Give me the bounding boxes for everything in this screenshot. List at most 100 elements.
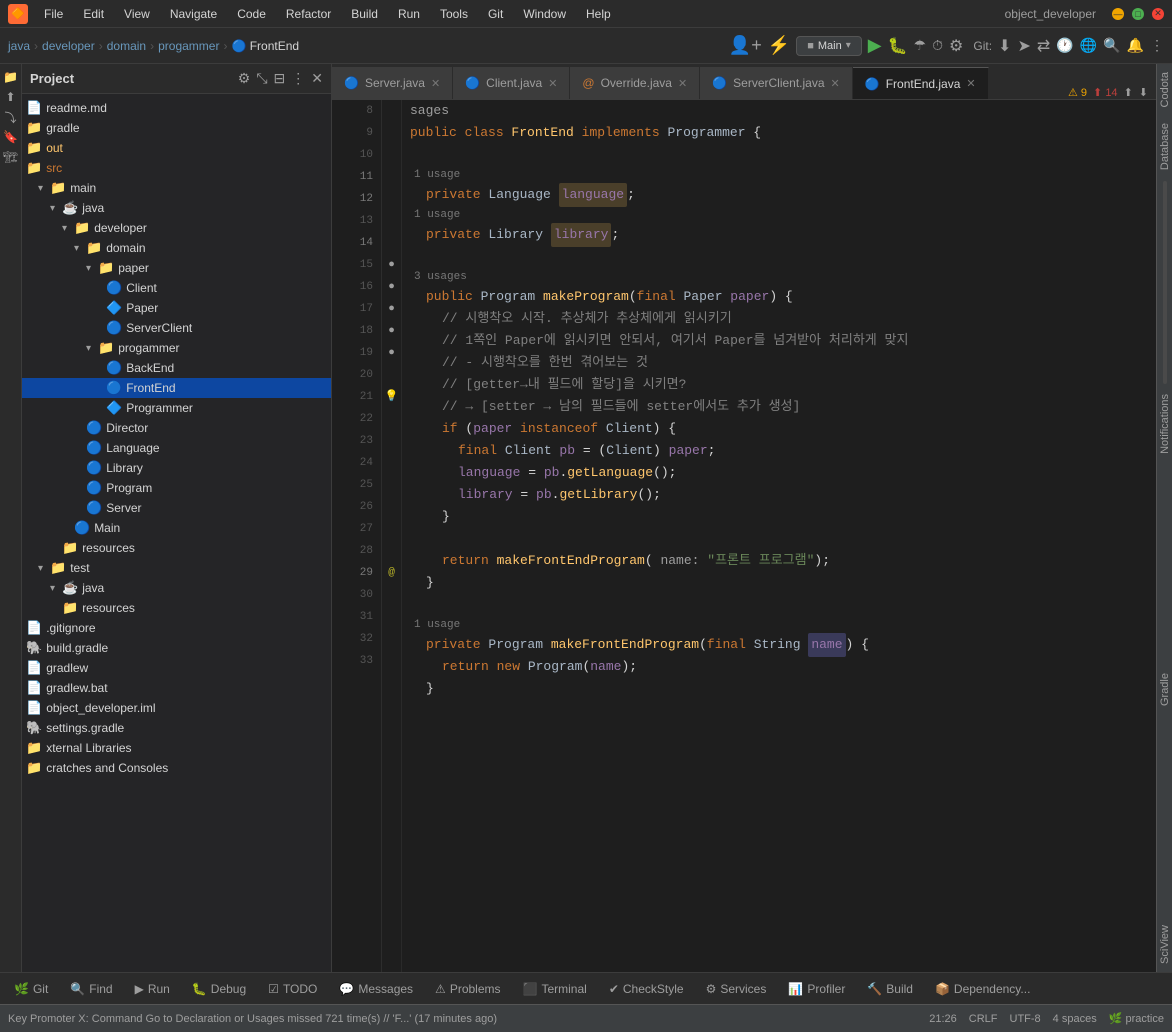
menu-refactor[interactable]: Refactor — [278, 5, 339, 23]
tab-server[interactable]: 🔵 Server.java ✕ — [332, 67, 453, 99]
run-config-button[interactable]: ■ Main ▾ — [796, 36, 862, 56]
profile-icon[interactable]: ⏱ — [932, 37, 943, 54]
tree-item-FrontEnd[interactable]: 🔵 FrontEnd — [22, 378, 331, 398]
coverage-icon[interactable]: ☂ — [914, 37, 927, 54]
sciview-panel[interactable]: SciView — [1157, 917, 1172, 972]
bottom-tab-run[interactable]: ▶ Run — [125, 978, 180, 1000]
git-fetch-icon[interactable]: ⬇ — [998, 36, 1011, 56]
bottom-tab-services[interactable]: ⚙ Services — [696, 978, 777, 1000]
bottom-tab-terminal[interactable]: ⬛ Terminal — [513, 978, 597, 1000]
tree-item-src[interactable]: 📁 src — [22, 158, 331, 178]
breadcrumb-java[interactable]: java — [8, 39, 30, 53]
maximize-button[interactable]: □ — [1132, 8, 1144, 20]
tree-item-test[interactable]: ▾ 📁 test — [22, 558, 331, 578]
run-button[interactable]: ▶ — [868, 35, 882, 56]
tree-item-gradle[interactable]: 📁 gradle — [22, 118, 331, 138]
structure-icon[interactable]: 🏗 — [2, 148, 20, 166]
breadcrumb-domain[interactable]: domain — [107, 39, 146, 53]
tree-item-test-resources[interactable]: 📁 resources — [22, 598, 331, 618]
menu-tools[interactable]: Tools — [432, 5, 476, 23]
menu-build[interactable]: Build — [343, 5, 386, 23]
breadcrumb-progammer[interactable]: progammer — [158, 39, 219, 53]
status-line-ending[interactable]: CRLF — [969, 1013, 998, 1025]
tab-serverclient[interactable]: 🔵 ServerClient.java ✕ — [700, 67, 853, 99]
tab-client[interactable]: 🔵 Client.java ✕ — [453, 67, 570, 99]
status-encoding[interactable]: UTF-8 — [1010, 1013, 1041, 1025]
scroll-up-icon[interactable]: ⬆ — [1124, 86, 1133, 99]
commit-icon[interactable]: ⬆ — [2, 88, 20, 106]
tree-item-Client[interactable]: 🔵 Client — [22, 278, 331, 298]
tree-item-scratches[interactable]: 📁 cratches and Consoles — [22, 758, 331, 778]
tree-item-Paper[interactable]: 🔷 Paper — [22, 298, 331, 318]
tree-item-Program[interactable]: 🔵 Program — [22, 478, 331, 498]
bottom-tab-todo[interactable]: ☑ TODO — [258, 978, 327, 1000]
tab-frontend[interactable]: 🔵 FrontEnd.java ✕ — [853, 67, 989, 99]
menu-navigate[interactable]: Navigate — [162, 5, 225, 23]
database-panel[interactable]: Database — [1157, 115, 1172, 178]
bottom-tab-checkstyle[interactable]: ✔ CheckStyle — [599, 978, 694, 1000]
tree-item-external-libs[interactable]: 📁 xternal Libraries — [22, 738, 331, 758]
bottom-tab-find[interactable]: 🔍 Find — [60, 978, 122, 1000]
tree-item-Server[interactable]: 🔵 Server — [22, 498, 331, 518]
git-push-icon[interactable]: ➤ — [1017, 36, 1030, 56]
tab-serverclient-close[interactable]: ✕ — [831, 77, 840, 90]
search-icon[interactable]: 🔍 — [1103, 37, 1120, 54]
add-user-icon[interactable]: 👤+ — [729, 35, 762, 56]
tab-override-close[interactable]: ✕ — [678, 77, 687, 90]
warnings-indicator[interactable]: ⚠ 9 — [1068, 86, 1087, 99]
menu-git[interactable]: Git — [480, 5, 511, 23]
tab-override[interactable]: @ Override.java ✕ — [570, 67, 700, 99]
tree-item-gitignore[interactable]: 📄 .gitignore — [22, 618, 331, 638]
more-icon[interactable]: ⋮ — [1150, 37, 1164, 54]
bottom-tab-debug[interactable]: 🐛 Debug — [182, 978, 256, 1000]
gradle-panel-label[interactable]: Gradle — [1157, 665, 1172, 714]
bottom-tab-build[interactable]: 🔨 Build — [857, 978, 923, 1000]
tab-client-close[interactable]: ✕ — [548, 77, 557, 90]
tab-server-close[interactable]: ✕ — [431, 77, 440, 90]
tree-item-Language[interactable]: 🔵 Language — [22, 438, 331, 458]
status-branch[interactable]: 🌿 practice — [1109, 1012, 1164, 1025]
tree-item-Library[interactable]: 🔵 Library — [22, 458, 331, 478]
breadcrumb-developer[interactable]: developer — [42, 39, 95, 53]
tab-frontend-close[interactable]: ✕ — [966, 77, 975, 90]
tree-item-developer[interactable]: ▾ 📁 developer — [22, 218, 331, 238]
bottom-tab-git[interactable]: 🌿 Git — [4, 978, 58, 1000]
translate-icon[interactable]: 🌐 — [1080, 37, 1097, 54]
menu-window[interactable]: Window — [515, 5, 574, 23]
errors-indicator[interactable]: ⬆ 14 — [1093, 86, 1118, 99]
sidebar-settings-icon[interactable]: ⚙ — [238, 70, 251, 87]
scroll-down-icon[interactable]: ⬇ — [1139, 86, 1148, 99]
notifications-icon[interactable]: 🔔 — [1127, 37, 1144, 54]
tree-item-domain[interactable]: ▾ 📁 domain — [22, 238, 331, 258]
project-icon[interactable]: 📁 — [2, 68, 20, 86]
git-history-icon[interactable]: 🕐 — [1056, 37, 1073, 54]
status-indent[interactable]: 4 spaces — [1053, 1013, 1097, 1025]
tree-item-settings-gradle[interactable]: 🐘 settings.gradle — [22, 718, 331, 738]
tree-item-ServerClient[interactable]: 🔵 ServerClient — [22, 318, 331, 338]
tree-item-test-java[interactable]: ▾ ☕ java — [22, 578, 331, 598]
sidebar-expand-icon[interactable]: ⤡ — [256, 70, 267, 87]
tree-item-gradlew[interactable]: 📄 gradlew — [22, 658, 331, 678]
code-editor[interactable]: 8 9 10 11 12 13 14 15 16 17 18 19 20 21 … — [332, 100, 1156, 972]
menu-view[interactable]: View — [116, 5, 158, 23]
minimize-button[interactable]: — — [1112, 8, 1124, 20]
git-pull-icon[interactable]: ⇄ — [1037, 36, 1050, 56]
tree-item-object-dev[interactable]: 📄 object_developer.iml — [22, 698, 331, 718]
sidebar-close-icon[interactable]: ✕ — [311, 70, 323, 87]
bottom-tab-dependency[interactable]: 📦 Dependency... — [925, 978, 1040, 1000]
notifications-panel[interactable]: Notifications — [1157, 386, 1172, 462]
tree-item-out[interactable]: 📁 out — [22, 138, 331, 158]
menu-help[interactable]: Help — [578, 5, 619, 23]
menu-file[interactable]: File — [36, 5, 71, 23]
tree-item-main[interactable]: ▾ 📁 main — [22, 178, 331, 198]
bottom-tab-messages[interactable]: 💬 Messages — [329, 978, 423, 1000]
sidebar-more-icon[interactable]: ⋮ — [291, 70, 305, 87]
codota-panel[interactable]: Codota — [1157, 64, 1172, 115]
breadcrumb-frontend[interactable]: 🔵 FrontEnd — [231, 39, 299, 53]
close-button[interactable]: ✕ — [1152, 8, 1164, 20]
tree-item-Main[interactable]: 🔵 Main — [22, 518, 331, 538]
menu-run[interactable]: Run — [390, 5, 428, 23]
tree-item-readme[interactable]: 📄 readme.md — [22, 98, 331, 118]
debug-run-icon[interactable]: 🐛 — [888, 36, 908, 56]
tree-item-resources[interactable]: 📁 resources — [22, 538, 331, 558]
